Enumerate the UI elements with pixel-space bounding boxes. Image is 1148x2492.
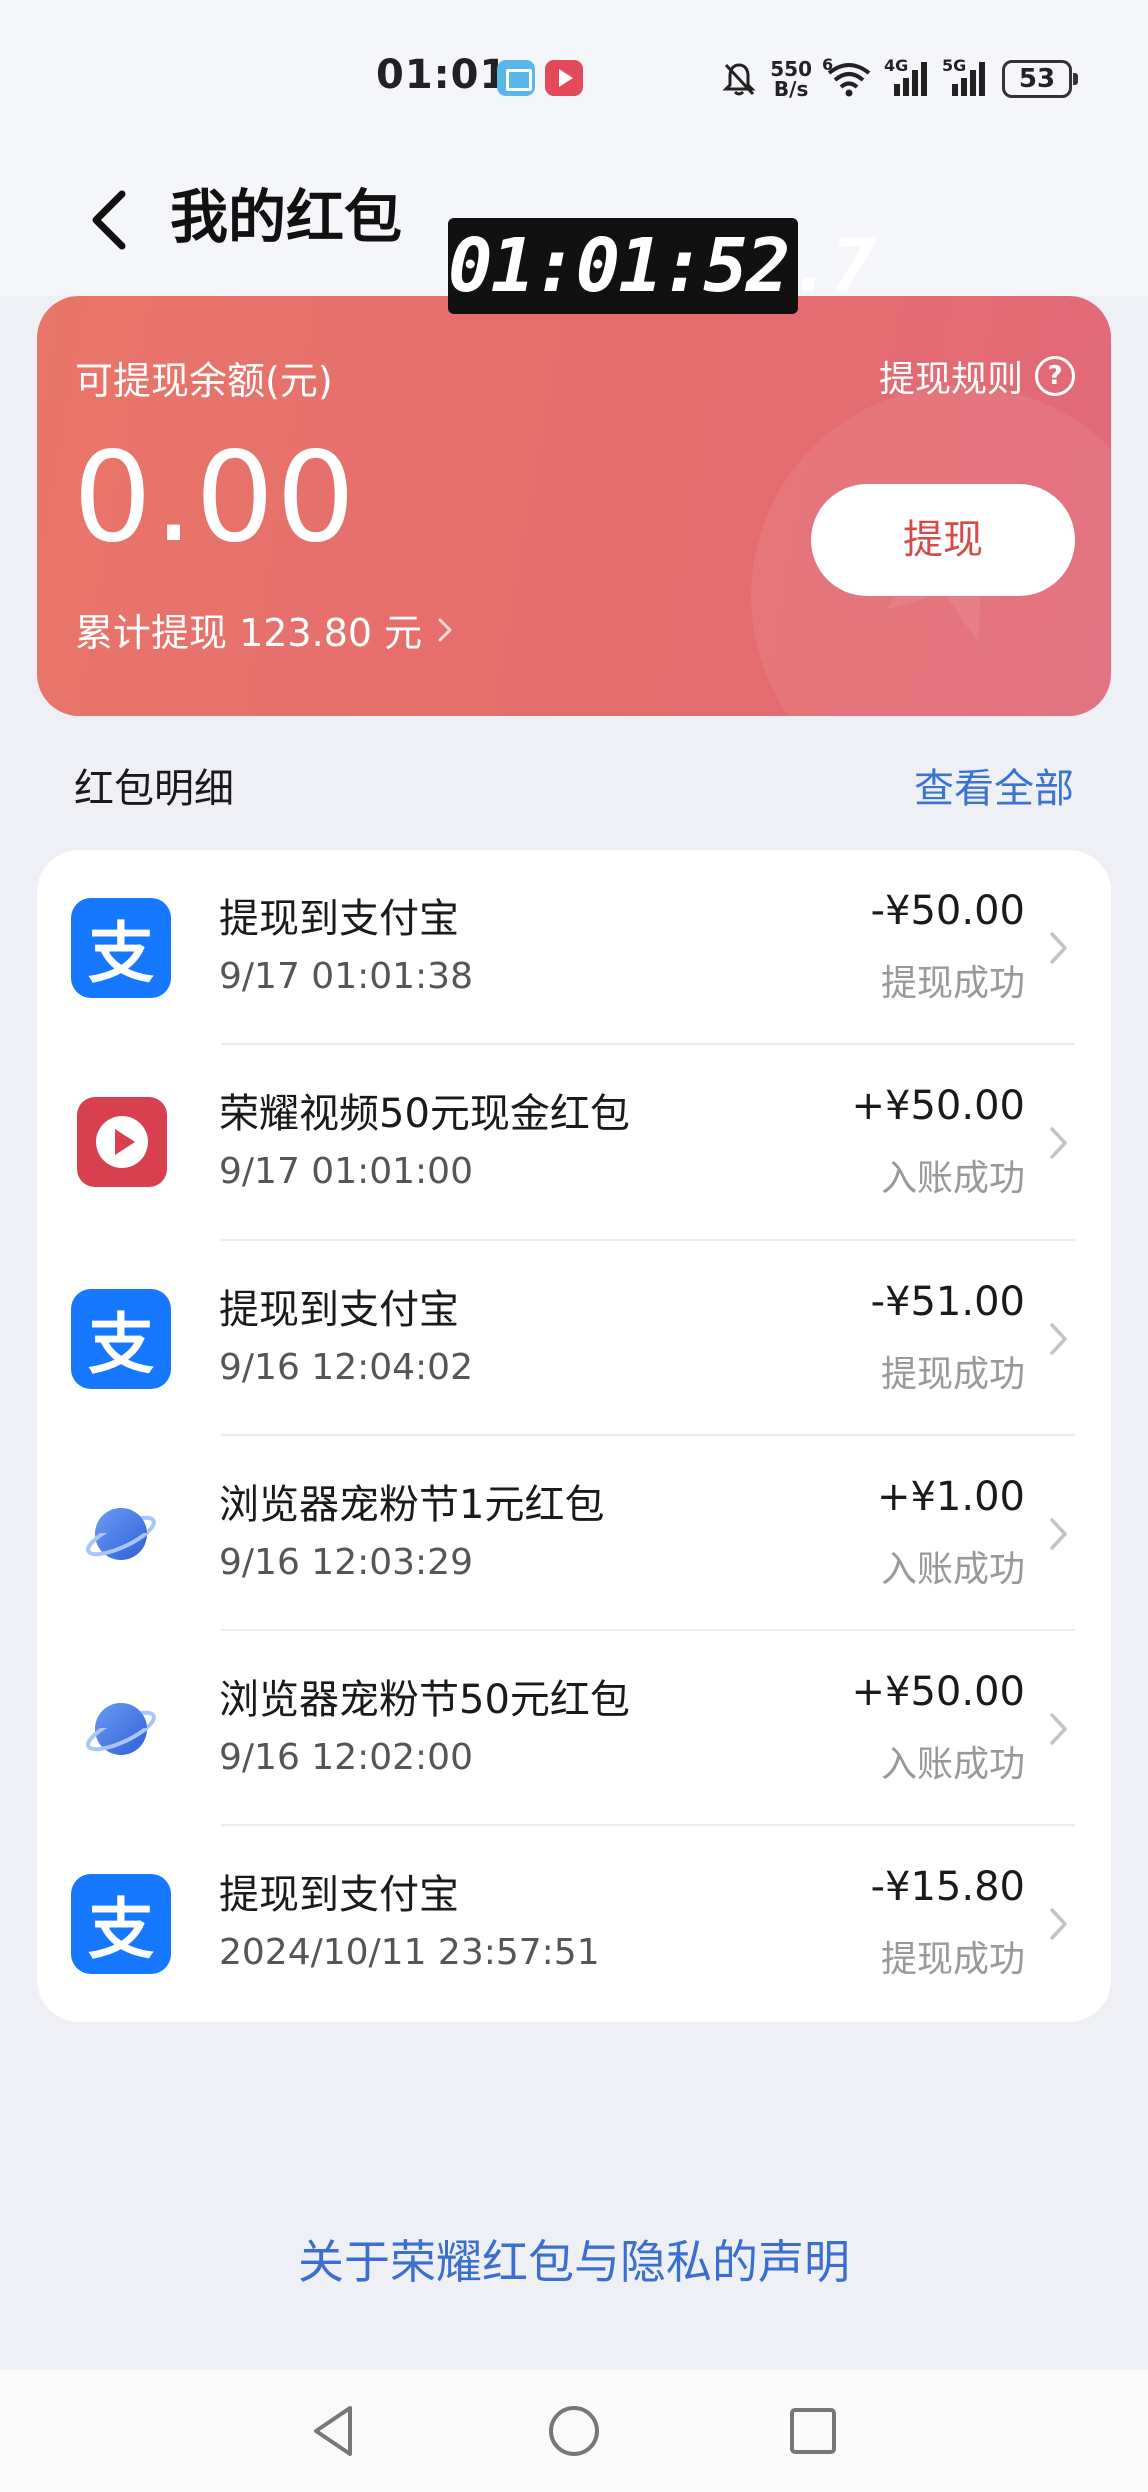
chevron-right-icon [1050,1908,1067,1941]
video-app-icon [545,60,583,96]
withdraw-rules-link[interactable]: 提现规则 ? [879,350,1075,402]
withdraw-rules-label: 提现规则 [878,359,1023,400]
back-button[interactable] [70,180,150,260]
list-item[interactable]: 支 提现到支付宝 9/17 01:01:38 -¥50.00 提现成功 [37,850,1111,1046]
record-title: 浏览器宠粉节1元红包 [219,1481,605,1528]
privacy-statement-link[interactable]: 关于荣耀红包与隐私的声明 [0,2226,1148,2292]
record-time: 2024/10/11 23:57:51 [219,1932,600,1974]
alipay-icon: 支 [71,1874,171,1975]
signal-sim2-icon: 5G [942,56,988,96]
nav-recents-button[interactable] [780,2398,846,2464]
list-item[interactable]: 支 提现到支付宝 9/16 12:04:02 -¥51.00 提现成功 [37,1241,1111,1436]
alipay-icon: 支 [71,1288,171,1389]
total-withdraw-label: 累计提现 123.80 元 [75,611,423,655]
status-time: 01:01 [376,52,509,98]
record-time: 9/17 01:01:38 [219,956,473,997]
chevron-left-icon [92,190,126,250]
wifi-icon: 6 [822,55,872,97]
chevron-right-icon [1050,1322,1067,1355]
browser-planet-icon [71,1484,171,1584]
record-title: 提现到支付宝 [219,1872,459,1919]
record-amount: -¥15.80 [870,1864,1025,1911]
screen: 01:01 550 B/s 6 4G 5G 53 我的红包 可提现余额(元) 提… [0,0,1148,2492]
page-title: 我的红包 [170,183,403,251]
bell-muted-icon [722,61,756,97]
honor-video-icon [77,1097,167,1188]
total-withdraw-link[interactable]: 累计提现 123.80 元 [75,602,458,657]
record-time: 9/17 01:01:00 [219,1151,473,1193]
list-item[interactable]: 支 提现到支付宝 2024/10/11 23:57:51 -¥15.80 提现成… [37,1826,1111,2021]
record-amount: +¥50.00 [851,1669,1025,1716]
square-recents-icon [790,2408,836,2454]
reader-app-icon [497,60,535,96]
record-status: 提现成功 [880,1939,1025,1981]
nav-back-button[interactable] [302,2398,368,2464]
timestamp-overlay: 01:01:52.7 [448,218,876,314]
help-icon: ? [1035,356,1075,396]
chevron-right-icon [1050,1713,1067,1745]
record-time: 9/16 12:04:02 [219,1346,473,1388]
record-title: 提现到支付宝 [219,896,459,942]
circle-home-icon [549,2406,599,2456]
record-amount: -¥51.00 [870,1278,1025,1325]
chevron-right-icon [1050,1127,1067,1160]
section-title: 红包明细 [74,766,234,812]
status-indicators: 550 B/s 6 4G 5G 53 [722,54,1078,104]
nav-home-button[interactable] [541,2398,607,2464]
balance-amount: 0.00 [73,426,358,570]
browser-planet-icon [71,1679,171,1779]
signal-sim1-icon: 4G [884,56,930,96]
record-title: 荣耀视频50元现金红包 [219,1091,630,1138]
list-item[interactable]: 浏览器宠粉节1元红包 9/16 12:03:29 +¥1.00 入账成功 [37,1436,1111,1632]
record-amount: +¥50.00 [851,1083,1025,1130]
record-amount: +¥1.00 [876,1473,1025,1520]
record-title: 提现到支付宝 [219,1286,459,1333]
record-amount: -¥50.00 [870,888,1025,934]
record-status: 提现成功 [880,963,1025,1004]
record-status: 入账成功 [880,1744,1025,1786]
withdraw-button[interactable]: 提现 [811,484,1075,596]
list-item[interactable]: 荣耀视频50元现金红包 9/17 01:01:00 +¥50.00 入账成功 [37,1045,1111,1241]
record-status: 入账成功 [880,1548,1025,1590]
view-all-link[interactable]: 查看全部 [914,756,1074,814]
record-title: 浏览器宠粉节50元红包 [219,1677,630,1724]
network-speed: 550 B/s [770,57,812,101]
battery-icon: 53 [1002,60,1078,98]
record-status: 入账成功 [880,1158,1025,1200]
balance-card: 可提现余额(元) 提现规则 ? 0.00 提现 累计提现 123.80 元 [37,296,1111,716]
record-status: 提现成功 [880,1353,1025,1395]
record-time: 9/16 12:03:29 [219,1541,473,1583]
record-list: 支 提现到支付宝 9/17 01:01:38 -¥50.00 提现成功 荣耀视频… [37,850,1111,2022]
triangle-back-icon [314,2406,352,2456]
alipay-icon: 支 [71,898,171,998]
system-nav-bar [0,2370,1148,2492]
balance-label: 可提现余额(元) [75,359,333,403]
chevron-right-icon [438,618,452,641]
record-time: 9/16 12:02:00 [219,1737,473,1779]
chevron-right-icon [1050,932,1067,964]
status-bar: 01:01 550 B/s 6 4G 5G 53 [0,0,1148,150]
list-item[interactable]: 浏览器宠粉节50元红包 9/16 12:02:00 +¥50.00 入账成功 [37,1631,1111,1827]
chevron-right-icon [1050,1518,1067,1550]
